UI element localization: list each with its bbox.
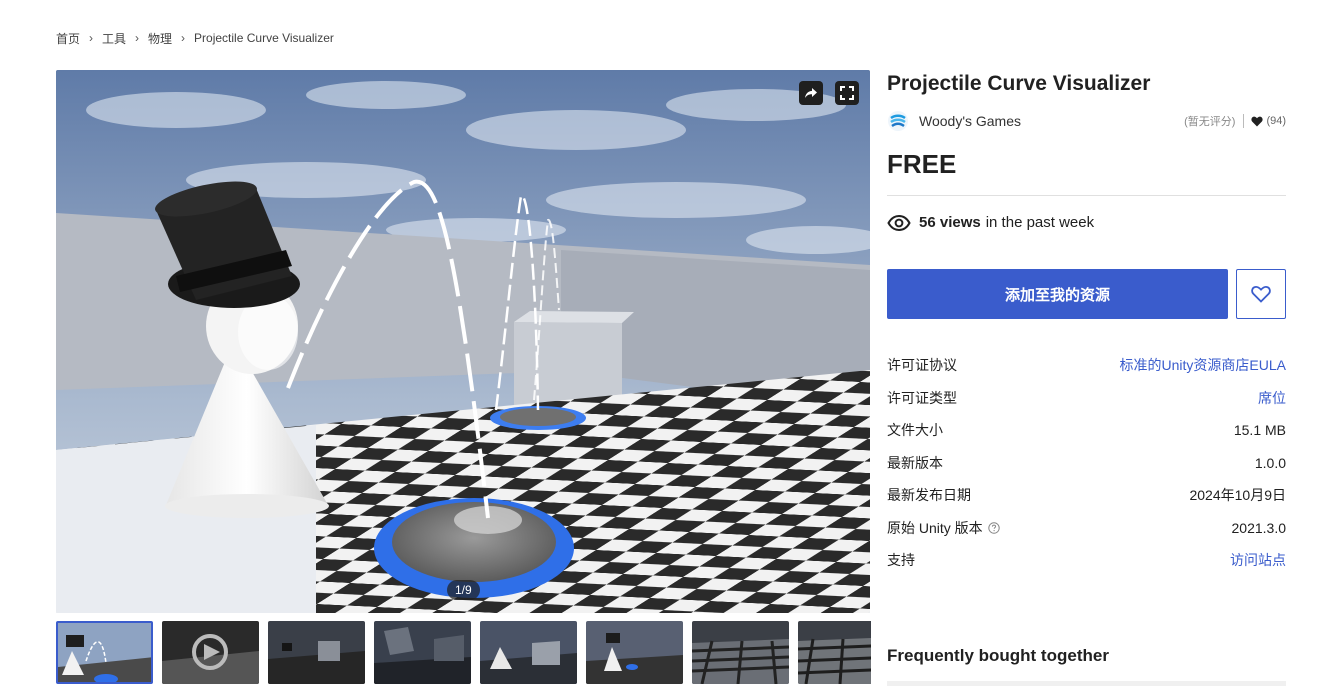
thumbnail-6[interactable]: [586, 621, 683, 684]
favorites-count: (94): [1266, 115, 1286, 127]
eye-icon: [887, 214, 911, 231]
image-counter: 1/9: [447, 580, 480, 600]
detail-support: 支持 访问站点: [887, 544, 1286, 577]
thumbnail-2[interactable]: [162, 621, 259, 684]
share-arrow-icon: [805, 88, 817, 98]
detail-label-text: 原始 Unity 版本: [887, 519, 983, 536]
help-circle-icon[interactable]: [987, 522, 1000, 534]
latest-version-value: 1.0.0: [1254, 454, 1286, 471]
thumbnail-image: [268, 621, 365, 684]
detail-latest-version: 最新版本 1.0.0: [887, 447, 1286, 480]
file-size-value: 15.1 MB: [1233, 422, 1286, 439]
thumbnail-5[interactable]: [480, 621, 577, 684]
publisher-logo-icon: [888, 111, 908, 131]
thumbnail-image: [586, 621, 683, 684]
thumbnail-image: [692, 621, 789, 684]
detail-original-unity-version: 原始 Unity 版本 2021.3.0: [887, 512, 1286, 545]
thumbnail-1[interactable]: [56, 621, 153, 684]
fullscreen-icon: [840, 86, 854, 100]
views-count: 56 views: [919, 214, 981, 231]
breadcrumb-home[interactable]: 首页: [56, 30, 80, 47]
chevron-right-icon: ›: [135, 31, 140, 45]
release-date-value: 2024年10月9日: [1189, 487, 1286, 504]
media-viewer[interactable]: 1/9: [56, 70, 870, 613]
preview-image: [56, 70, 870, 613]
thumbnail-4[interactable]: [374, 621, 471, 684]
thumbnail-strip: [56, 621, 871, 686]
detail-license-type: 许可证类型 席位: [887, 382, 1286, 415]
thumbnail-image: [480, 621, 577, 684]
heart-outline-icon: [1251, 285, 1271, 303]
product-panel: Projectile Curve Visualizer Woody's Game…: [887, 70, 1286, 686]
detail-label: 许可证协议: [887, 357, 957, 374]
add-to-assets-button[interactable]: 添加至我的资源: [887, 269, 1228, 319]
detail-file-size: 文件大小 15.1 MB: [887, 414, 1286, 447]
license-type-link[interactable]: 席位: [1258, 388, 1286, 408]
thumbnail-image: [58, 623, 151, 682]
detail-label: 最新发布日期: [887, 487, 971, 504]
thumbnail-3[interactable]: [268, 621, 365, 684]
thumbnail-image: [374, 621, 471, 684]
thumbnail-7[interactable]: [692, 621, 789, 684]
divider: [887, 195, 1286, 196]
product-details: 许可证协议 标准的Unity资源商店EULA 许可证类型 席位 文件大小 15.…: [887, 349, 1286, 577]
chevron-right-icon: ›: [181, 31, 186, 45]
price: FREE: [887, 149, 957, 179]
breadcrumb-current: Projectile Curve Visualizer: [194, 31, 334, 45]
detail-label: 支持: [887, 552, 915, 569]
wishlist-button[interactable]: [1236, 269, 1286, 319]
detail-license-agreement: 许可证协议 标准的Unity资源商店EULA: [887, 349, 1286, 382]
breadcrumb-physics[interactable]: 物理: [148, 30, 172, 47]
license-agreement-link[interactable]: 标准的Unity资源商店EULA: [1120, 355, 1286, 375]
detail-label: 文件大小: [887, 422, 943, 439]
detail-label: 原始 Unity 版本: [887, 518, 1000, 538]
breadcrumb: 首页 › 工具 › 物理 › Projectile Curve Visualiz…: [56, 29, 334, 47]
share-button[interactable]: [799, 81, 823, 105]
thumbnail-image: [162, 621, 259, 684]
detail-label: 最新版本: [887, 454, 943, 471]
frequently-bought-heading: Frequently bought together: [887, 646, 1109, 665]
detail-release-date: 最新发布日期 2024年10月9日: [887, 479, 1286, 512]
heart-filled-icon: [1251, 116, 1264, 126]
views-period: in the past week: [985, 214, 1095, 231]
thumbnail-8[interactable]: [798, 621, 871, 684]
frequently-bought-list: [887, 681, 1286, 686]
thumbnail-image: [798, 621, 871, 684]
rating-summary: (暂无评分) (94): [1184, 113, 1286, 129]
publisher-row: Woody's Games (暂无评分) (94): [887, 110, 1286, 132]
views-row: 56 views in the past week: [887, 214, 1094, 231]
rating-text: (暂无评分): [1184, 116, 1236, 128]
fullscreen-button[interactable]: [835, 81, 859, 105]
publisher-link[interactable]: Woody's Games: [919, 113, 1021, 129]
product-title: Projectile Curve Visualizer: [887, 72, 1151, 95]
rating-divider: [1243, 114, 1245, 128]
chevron-right-icon: ›: [89, 31, 94, 45]
unity-version-value: 2021.3.0: [1231, 519, 1287, 536]
detail-label: 许可证类型: [887, 389, 957, 406]
visit-site-link[interactable]: 访问站点: [1230, 550, 1286, 570]
breadcrumb-tools[interactable]: 工具: [102, 30, 126, 47]
